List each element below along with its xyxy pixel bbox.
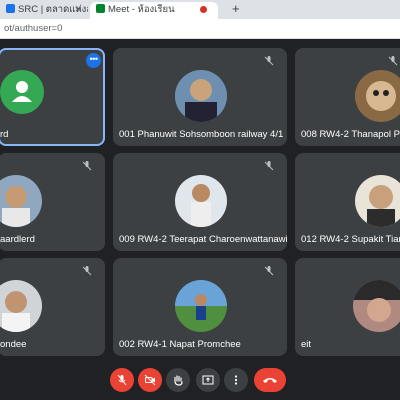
- participant-avatar: [0, 175, 42, 227]
- participant-name: 001 Phanuwit Sohsomboon railway 4/1: [119, 129, 284, 140]
- participant-avatar: [355, 175, 400, 227]
- participant-tile[interactable]: 002 RW4-1 Napat Promchee: [113, 258, 287, 356]
- participant-name: 002 RW4-1 Napat Promchee: [119, 339, 241, 350]
- mic-off-icon: [264, 161, 274, 171]
- participant-avatar: [175, 280, 227, 332]
- mic-off-icon: [264, 266, 274, 276]
- url-text: ot/authuser=0: [4, 23, 63, 34]
- more-options-button[interactable]: •••: [86, 53, 101, 68]
- participant-name: eit: [301, 339, 312, 350]
- participant-name: aardlerd: [0, 234, 35, 245]
- mic-off-icon: [264, 56, 274, 66]
- raise-hand-icon: [174, 375, 183, 386]
- participant-avatar: [0, 280, 42, 332]
- participant-grid: ••• rd 001 Phanuwit Sohsomboon railway 4…: [0, 38, 400, 360]
- default-avatar-icon: [0, 70, 44, 114]
- participant-tile[interactable]: 008 RW4-2 Thanapol Pumch...: [295, 48, 400, 146]
- call-controls-bar: [0, 360, 400, 400]
- participant-avatar: [175, 70, 227, 122]
- more-vert-icon: [234, 375, 238, 385]
- camera-toggle-button[interactable]: [138, 368, 162, 392]
- participant-name: 008 RW4-2 Thanapol Pumch...: [301, 129, 400, 140]
- participant-avatar: [175, 175, 227, 227]
- browser-tab[interactable]: SRC | ตลาดแห่งสนาม | ... ✕: [0, 2, 88, 19]
- participant-name: rd: [0, 129, 9, 140]
- participant-tile[interactable]: aardlerd: [0, 153, 105, 251]
- mic-off-icon: [388, 56, 398, 66]
- participant-tile[interactable]: 009 RW4-2 Teerapat Charoenwattanawin...: [113, 153, 287, 251]
- participant-tile[interactable]: 001 Phanuwit Sohsomboon railway 4/1: [113, 48, 287, 146]
- present-screen-button[interactable]: [196, 368, 220, 392]
- participant-avatar: [353, 280, 400, 332]
- mic-toggle-button[interactable]: [110, 368, 134, 392]
- raise-hand-button[interactable]: [166, 368, 190, 392]
- close-tab-icon[interactable]: ✕: [74, 2, 82, 17]
- recording-indicator-icon: [200, 6, 207, 13]
- browser-tab-bar: SRC | ตลาดแห่งสนาม | ... ✕ Meet - ห้องเร…: [0, 0, 400, 19]
- participant-name: 012 RW4-2 Supakit Tiankhe...: [301, 234, 400, 245]
- tab-title: Meet - ห้องเรียน: [108, 4, 175, 15]
- present-screen-icon: [202, 375, 214, 385]
- participant-name: ondee: [0, 339, 27, 350]
- participant-name: 009 RW4-2 Teerapat Charoenwattanawin...: [119, 234, 287, 245]
- address-bar[interactable]: ot/authuser=0: [0, 19, 400, 39]
- leave-call-button[interactable]: [254, 368, 286, 392]
- browser-tab-active[interactable]: Meet - ห้องเรียน: [90, 2, 218, 19]
- meet-favicon-icon: [96, 4, 105, 13]
- site-favicon-icon: [6, 4, 15, 13]
- mic-off-icon: [117, 374, 127, 386]
- participant-tile[interactable]: 012 RW4-2 Supakit Tiankhe...: [295, 153, 400, 251]
- participant-tile-self[interactable]: ••• rd: [0, 48, 105, 146]
- participant-tile[interactable]: eit: [295, 258, 400, 356]
- mic-off-icon: [82, 161, 92, 171]
- more-options-button[interactable]: [224, 368, 248, 392]
- new-tab-icon[interactable]: +: [232, 1, 240, 16]
- participant-tile[interactable]: ondee: [0, 258, 105, 356]
- mic-off-icon: [82, 266, 92, 276]
- end-call-icon: [263, 378, 277, 383]
- participant-avatar: [355, 70, 400, 122]
- camera-off-icon: [144, 374, 156, 386]
